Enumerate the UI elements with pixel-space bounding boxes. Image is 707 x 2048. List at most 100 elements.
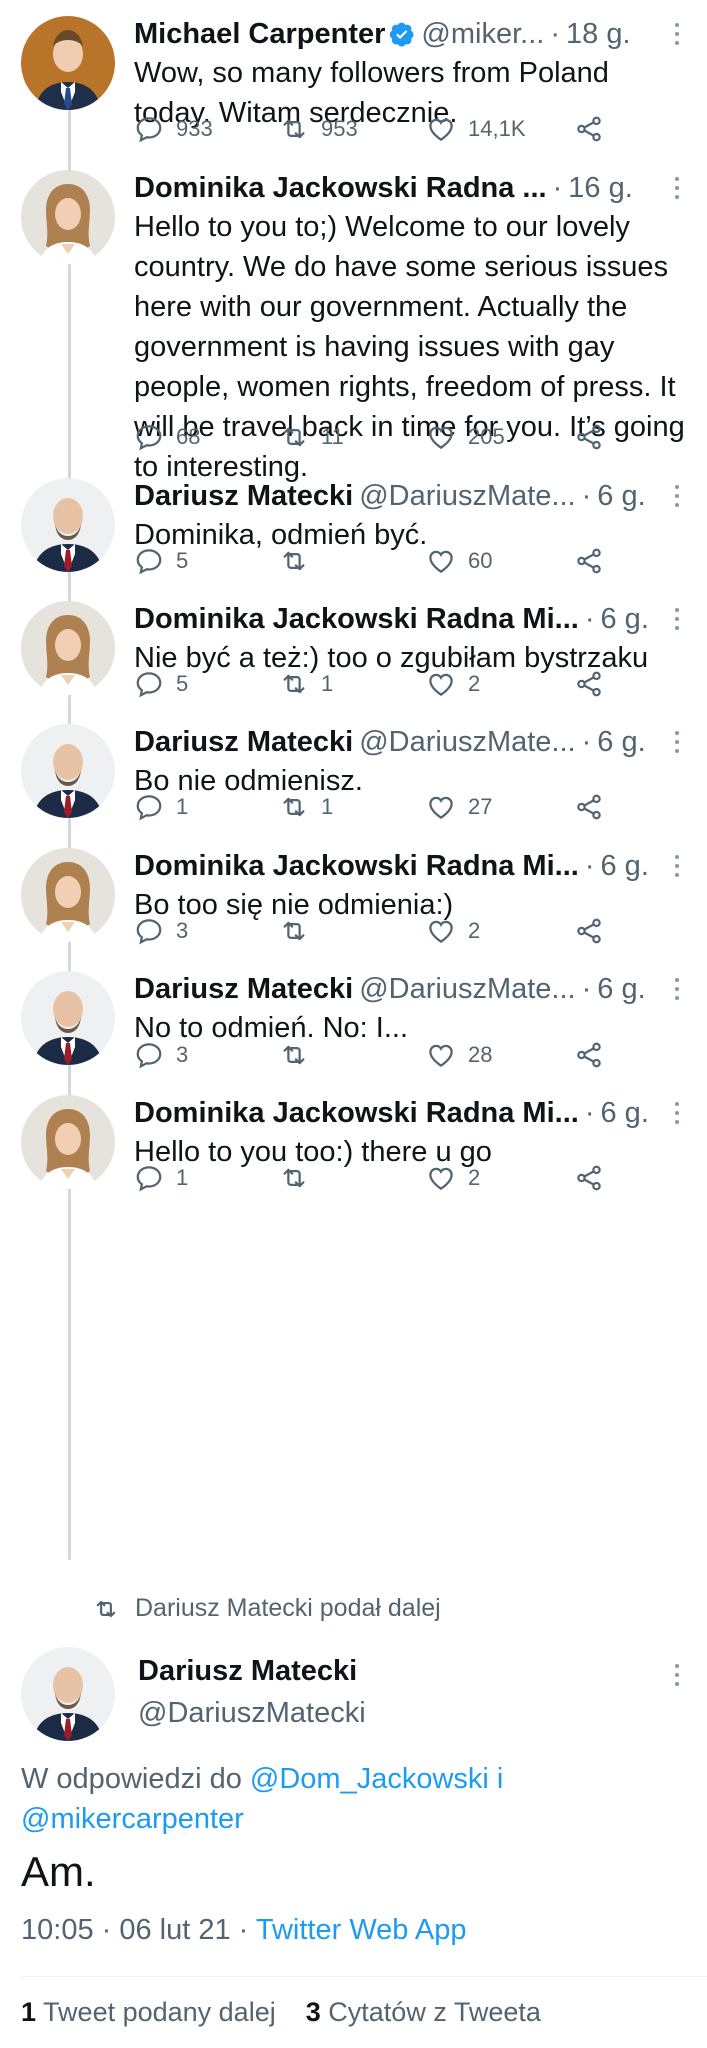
tweet-time[interactable]: 6 g. bbox=[597, 724, 645, 760]
like-button[interactable]: 205 bbox=[426, 417, 505, 457]
reply-button[interactable]: 933 bbox=[134, 109, 213, 149]
like-count: 2 bbox=[468, 1165, 481, 1190]
retweet-icon bbox=[283, 1045, 305, 1065]
retweet-count: 1 bbox=[321, 671, 334, 696]
share-button[interactable] bbox=[574, 664, 616, 704]
reply-button[interactable]: 68 bbox=[134, 417, 200, 457]
retweets-stat[interactable]: 1 Tweet podany dalej bbox=[21, 1997, 276, 2027]
tweet-author-name[interactable]: Dariusz Matecki bbox=[134, 724, 353, 760]
share-button[interactable] bbox=[574, 1158, 616, 1198]
retweet-button[interactable] bbox=[279, 541, 321, 581]
tweet-author-name[interactable]: Michael Carpenter bbox=[134, 16, 385, 52]
retweet-count: 1 bbox=[321, 794, 334, 819]
more-options-icon[interactable] bbox=[667, 852, 687, 880]
like-button[interactable]: 2 bbox=[426, 911, 480, 951]
tweet-timestamp[interactable]: 10:05 · 06 lut 21 · bbox=[21, 1914, 248, 1946]
more-options-icon[interactable] bbox=[667, 605, 687, 633]
tweet-author-name[interactable]: Dominika Jackowski Radna Mi... bbox=[134, 1095, 579, 1131]
separator-dot: · bbox=[581, 726, 592, 758]
tweet-author-handle[interactable]: @DariuszMate... bbox=[359, 971, 575, 1007]
like-button[interactable]: 2 bbox=[426, 1158, 480, 1198]
more-options-icon[interactable] bbox=[667, 20, 687, 48]
avatar[interactable] bbox=[21, 478, 115, 572]
verified-badge-icon bbox=[390, 22, 414, 47]
heart-icon bbox=[429, 426, 453, 449]
replying-to-user-link[interactable]: @mikercarpenter bbox=[21, 1803, 244, 1835]
retweeted-by-label[interactable]: Dariusz Matecki podał dalej bbox=[93, 1594, 441, 1623]
like-button[interactable]: 2 bbox=[426, 664, 480, 704]
like-button[interactable]: 14,1K bbox=[426, 109, 526, 149]
reply-button[interactable]: 3 bbox=[134, 1035, 188, 1075]
tweet-time[interactable]: 6 g. bbox=[597, 478, 645, 514]
focused-author-handle[interactable]: @DariuszMatecki bbox=[138, 1697, 366, 1730]
tweet-author-name[interactable]: Dominika Jackowski Radna Mi... bbox=[134, 601, 579, 637]
tweet-time[interactable]: 6 g. bbox=[601, 1095, 649, 1131]
tweet-author-name[interactable]: Dariusz Matecki bbox=[134, 478, 353, 514]
share-button[interactable] bbox=[574, 417, 616, 457]
reply-button[interactable]: 1 bbox=[134, 787, 188, 827]
heart-icon bbox=[429, 1044, 453, 1067]
retweet-button[interactable]: 1 bbox=[279, 787, 333, 827]
avatar[interactable] bbox=[21, 1095, 115, 1189]
tweet-author-name[interactable]: Dominika Jackowski Radna Mi... bbox=[134, 848, 579, 884]
more-options-icon[interactable] bbox=[667, 1661, 687, 1689]
retweet-icon bbox=[283, 921, 305, 941]
share-icon bbox=[577, 424, 601, 450]
quotes-stat[interactable]: 3 Cytatów z Tweeta bbox=[306, 1997, 541, 2027]
tweet-time[interactable]: 6 g. bbox=[597, 971, 645, 1007]
reply-button[interactable]: 3 bbox=[134, 911, 188, 951]
reply-button[interactable]: 5 bbox=[134, 664, 188, 704]
tweet-author-handle[interactable]: @DariuszMate... bbox=[359, 478, 575, 514]
avatar[interactable] bbox=[21, 724, 115, 818]
tweet-author-handle[interactable]: @DariuszMate... bbox=[359, 724, 575, 760]
avatar[interactable] bbox=[21, 971, 115, 1065]
tweet-time[interactable]: 6 g. bbox=[601, 848, 649, 884]
like-count: 28 bbox=[468, 1042, 493, 1067]
retweet-button[interactable]: 953 bbox=[279, 109, 358, 149]
tweet-author-name[interactable]: Dominika Jackowski Radna ... bbox=[134, 170, 547, 206]
more-options-icon[interactable] bbox=[667, 1099, 687, 1127]
more-options-icon[interactable] bbox=[667, 728, 687, 756]
share-button[interactable] bbox=[574, 911, 616, 951]
divider bbox=[21, 1976, 707, 1977]
reply-button[interactable]: 1 bbox=[134, 1158, 188, 1198]
more-options-icon[interactable] bbox=[667, 174, 687, 202]
like-button[interactable]: 28 bbox=[426, 1035, 492, 1075]
more-options-icon[interactable] bbox=[667, 975, 687, 1003]
retweet-count: 953 bbox=[321, 116, 358, 141]
tweet-time[interactable]: 6 g. bbox=[601, 601, 649, 637]
like-button[interactable]: 60 bbox=[426, 541, 492, 581]
share-button[interactable] bbox=[574, 109, 616, 149]
focused-author-name[interactable]: Dariusz Matecki bbox=[138, 1655, 357, 1688]
share-icon bbox=[577, 794, 601, 820]
tweet-source-app[interactable]: Twitter Web App bbox=[256, 1914, 467, 1946]
tweet-author-handle[interactable]: @miker... bbox=[421, 16, 544, 52]
retweet-count: 11 bbox=[321, 424, 344, 449]
tweet-time[interactable]: 16 g. bbox=[568, 170, 633, 206]
share-button[interactable] bbox=[574, 541, 616, 581]
heart-icon bbox=[429, 550, 453, 573]
share-button[interactable] bbox=[574, 1035, 616, 1075]
share-button[interactable] bbox=[574, 787, 616, 827]
retweet-button[interactable] bbox=[279, 911, 321, 951]
avatar[interactable] bbox=[21, 848, 115, 942]
tweet-actions: 3 2 bbox=[134, 911, 687, 951]
replying-to-user-link[interactable]: @Dom_Jackowski bbox=[250, 1763, 489, 1795]
avatar[interactable] bbox=[21, 16, 115, 110]
tweet-stats: 1 Tweet podany dalej 3 Cytatów z Tweeta bbox=[21, 1997, 541, 2028]
like-button[interactable]: 27 bbox=[426, 787, 492, 827]
reply-icon bbox=[136, 117, 162, 143]
tweet-author-name[interactable]: Dariusz Matecki bbox=[134, 971, 353, 1007]
reply-button[interactable]: 5 bbox=[134, 541, 188, 581]
avatar[interactable] bbox=[21, 170, 115, 264]
tweet-meta: 10:05 · 06 lut 21 · Twitter Web App bbox=[21, 1914, 467, 1947]
retweet-button[interactable] bbox=[279, 1158, 321, 1198]
retweet-button[interactable] bbox=[279, 1035, 321, 1075]
more-options-icon[interactable] bbox=[667, 482, 687, 510]
retweet-button[interactable]: 1 bbox=[279, 664, 333, 704]
avatar[interactable] bbox=[21, 601, 115, 695]
like-count: 2 bbox=[468, 918, 481, 943]
avatar[interactable] bbox=[21, 1647, 115, 1741]
retweet-button[interactable]: 11 bbox=[279, 417, 344, 457]
tweet-time[interactable]: 18 g. bbox=[566, 16, 631, 52]
